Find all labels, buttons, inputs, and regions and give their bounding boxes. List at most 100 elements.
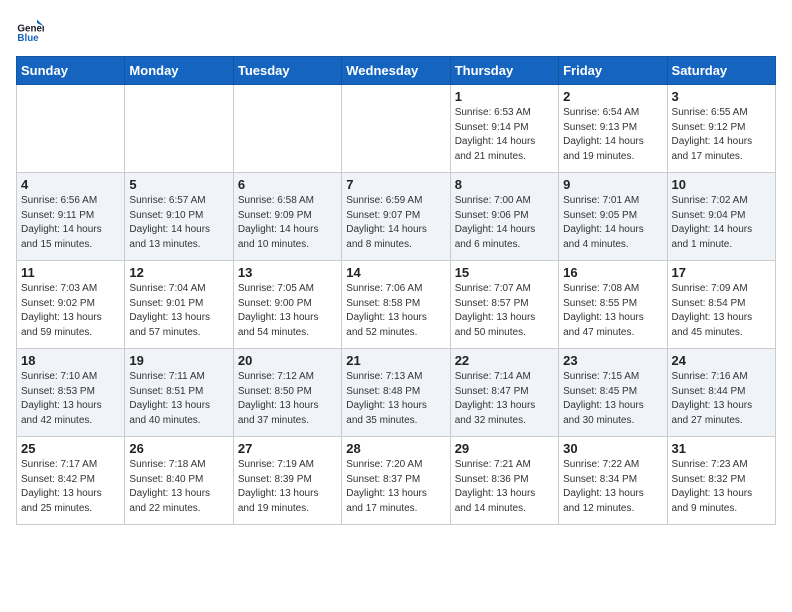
calendar-day-cell: 3 Sunrise: 6:55 AM Sunset: 9:12 PM Daylig… (667, 85, 775, 173)
day-info: Sunrise: 7:13 AM Sunset: 8:48 PM Dayligh… (346, 370, 445, 428)
day-info: Sunrise: 7:16 AM Sunset: 8:44 PM Dayligh… (672, 370, 771, 428)
calendar-day-cell (342, 85, 450, 173)
weekday-header-thursday: Thursday (450, 57, 558, 85)
day-info: Sunrise: 7:15 AM Sunset: 8:45 PM Dayligh… (563, 370, 662, 428)
calendar-day-cell: 17 Sunrise: 7:09 AM Sunset: 8:54 PM Dayli… (667, 261, 775, 349)
day-info: Sunrise: 6:53 AM Sunset: 9:14 PM Dayligh… (455, 106, 554, 164)
day-info: Sunrise: 6:59 AM Sunset: 9:07 PM Dayligh… (346, 194, 445, 252)
calendar-day-cell: 16 Sunrise: 7:08 AM Sunset: 8:55 PM Dayli… (559, 261, 667, 349)
day-number: 15 (455, 265, 554, 280)
day-info: Sunrise: 7:01 AM Sunset: 9:05 PM Dayligh… (563, 194, 662, 252)
calendar-day-cell: 8Sunrise: 7:00 AM Sunset: 9:06 PM Daylig… (450, 173, 558, 261)
calendar-day-cell: 28Sunrise: 7:20 AM Sunset: 8:37 PM Dayli… (342, 437, 450, 525)
calendar-day-cell: 14Sunrise: 7:06 AM Sunset: 8:58 PM Dayli… (342, 261, 450, 349)
day-number: 23 (563, 353, 662, 368)
day-info: Sunrise: 7:07 AM Sunset: 8:57 PM Dayligh… (455, 282, 554, 340)
calendar-day-cell: 22Sunrise: 7:14 AM Sunset: 8:47 PM Dayli… (450, 349, 558, 437)
logo-icon: General Blue (16, 16, 44, 44)
day-number: 7 (346, 177, 445, 192)
weekday-header-monday: Monday (125, 57, 233, 85)
calendar-week-row: 25Sunrise: 7:17 AM Sunset: 8:42 PM Dayli… (17, 437, 776, 525)
calendar-week-row: 11 Sunrise: 7:03 AM Sunset: 9:02 PM Dayli… (17, 261, 776, 349)
day-number: 29 (455, 441, 554, 456)
day-info: Sunrise: 7:09 AM Sunset: 8:54 PM Dayligh… (672, 282, 771, 340)
calendar-day-cell: 15 Sunrise: 7:07 AM Sunset: 8:57 PM Dayli… (450, 261, 558, 349)
calendar-day-cell: 4Sunrise: 6:56 AM Sunset: 9:11 PM Daylig… (17, 173, 125, 261)
day-info: Sunrise: 7:11 AM Sunset: 8:51 PM Dayligh… (129, 370, 228, 428)
day-number: 10 (672, 177, 771, 192)
day-number: 9 (563, 177, 662, 192)
day-number: 19 (129, 353, 228, 368)
day-number: 11 (21, 265, 120, 280)
calendar-day-cell: 12 Sunrise: 7:04 AM Sunset: 9:01 PM Dayli… (125, 261, 233, 349)
day-info: Sunrise: 7:10 AM Sunset: 8:53 PM Dayligh… (21, 370, 120, 428)
page-header: General Blue (16, 16, 776, 44)
day-number: 18 (21, 353, 120, 368)
day-info: Sunrise: 7:18 AM Sunset: 8:40 PM Dayligh… (129, 458, 228, 516)
day-number: 13 (238, 265, 337, 280)
day-info: Sunrise: 7:21 AM Sunset: 8:36 PM Dayligh… (455, 458, 554, 516)
weekday-header-sunday: Sunday (17, 57, 125, 85)
day-info: Sunrise: 6:54 AM Sunset: 9:13 PM Dayligh… (563, 106, 662, 164)
day-number: 3 (672, 89, 771, 104)
calendar-table: SundayMondayTuesdayWednesdayThursdayFrid… (16, 56, 776, 525)
calendar-week-row: 4Sunrise: 6:56 AM Sunset: 9:11 PM Daylig… (17, 173, 776, 261)
calendar-day-cell: 26 Sunrise: 7:18 AM Sunset: 8:40 PM Dayli… (125, 437, 233, 525)
calendar-day-cell: 9 Sunrise: 7:01 AM Sunset: 9:05 PM Daylig… (559, 173, 667, 261)
calendar-day-cell: 19 Sunrise: 7:11 AM Sunset: 8:51 PM Dayli… (125, 349, 233, 437)
day-number: 5 (129, 177, 228, 192)
day-info: Sunrise: 7:23 AM Sunset: 8:32 PM Dayligh… (672, 458, 771, 516)
day-number: 20 (238, 353, 337, 368)
calendar-week-row: 1Sunrise: 6:53 AM Sunset: 9:14 PM Daylig… (17, 85, 776, 173)
calendar-day-cell: 6 Sunrise: 6:58 AM Sunset: 9:09 PM Daylig… (233, 173, 341, 261)
day-info: Sunrise: 6:58 AM Sunset: 9:09 PM Dayligh… (238, 194, 337, 252)
day-info: Sunrise: 7:03 AM Sunset: 9:02 PM Dayligh… (21, 282, 120, 340)
day-info: Sunrise: 7:04 AM Sunset: 9:01 PM Dayligh… (129, 282, 228, 340)
day-info: Sunrise: 6:57 AM Sunset: 9:10 PM Dayligh… (129, 194, 228, 252)
calendar-day-cell: 31 Sunrise: 7:23 AM Sunset: 8:32 PM Dayli… (667, 437, 775, 525)
day-number: 17 (672, 265, 771, 280)
day-number: 21 (346, 353, 445, 368)
calendar-day-cell (17, 85, 125, 173)
calendar-day-cell: 27 Sunrise: 7:19 AM Sunset: 8:39 PM Dayli… (233, 437, 341, 525)
day-number: 26 (129, 441, 228, 456)
day-info: Sunrise: 7:08 AM Sunset: 8:55 PM Dayligh… (563, 282, 662, 340)
calendar-day-cell: 13 Sunrise: 7:05 AM Sunset: 9:00 PM Dayli… (233, 261, 341, 349)
day-info: Sunrise: 7:12 AM Sunset: 8:50 PM Dayligh… (238, 370, 337, 428)
calendar-day-cell: 11 Sunrise: 7:03 AM Sunset: 9:02 PM Dayli… (17, 261, 125, 349)
weekday-header-tuesday: Tuesday (233, 57, 341, 85)
calendar-day-cell: 21 Sunrise: 7:13 AM Sunset: 8:48 PM Dayli… (342, 349, 450, 437)
calendar-day-cell: 18 Sunrise: 7:10 AM Sunset: 8:53 PM Dayli… (17, 349, 125, 437)
day-number: 27 (238, 441, 337, 456)
day-info: Sunrise: 6:56 AM Sunset: 9:11 PM Dayligh… (21, 194, 120, 252)
day-info: Sunrise: 7:02 AM Sunset: 9:04 PM Dayligh… (672, 194, 771, 252)
weekday-header-friday: Friday (559, 57, 667, 85)
day-number: 16 (563, 265, 662, 280)
day-number: 31 (672, 441, 771, 456)
day-number: 30 (563, 441, 662, 456)
calendar-day-cell: 20 Sunrise: 7:12 AM Sunset: 8:50 PM Dayli… (233, 349, 341, 437)
day-number: 25 (21, 441, 120, 456)
day-number: 8 (455, 177, 554, 192)
svg-text:Blue: Blue (17, 33, 39, 44)
calendar-day-cell: 23 Sunrise: 7:15 AM Sunset: 8:45 PM Dayli… (559, 349, 667, 437)
calendar-day-cell: 10 Sunrise: 7:02 AM Sunset: 9:04 PM Dayli… (667, 173, 775, 261)
calendar-day-cell (125, 85, 233, 173)
calendar-day-cell: 24 Sunrise: 7:16 AM Sunset: 8:44 PM Dayli… (667, 349, 775, 437)
calendar-day-cell: 30 Sunrise: 7:22 AM Sunset: 8:34 PM Dayli… (559, 437, 667, 525)
day-info: Sunrise: 7:19 AM Sunset: 8:39 PM Dayligh… (238, 458, 337, 516)
day-number: 12 (129, 265, 228, 280)
calendar-day-cell: 29 Sunrise: 7:21 AM Sunset: 8:36 PM Dayli… (450, 437, 558, 525)
logo: General Blue (16, 16, 44, 44)
calendar-day-cell: 5 Sunrise: 6:57 AM Sunset: 9:10 PM Daylig… (125, 173, 233, 261)
calendar-day-cell: 7 Sunrise: 6:59 AM Sunset: 9:07 PM Daylig… (342, 173, 450, 261)
day-number: 24 (672, 353, 771, 368)
day-info: Sunrise: 7:22 AM Sunset: 8:34 PM Dayligh… (563, 458, 662, 516)
calendar-week-row: 18 Sunrise: 7:10 AM Sunset: 8:53 PM Dayli… (17, 349, 776, 437)
calendar-day-cell (233, 85, 341, 173)
day-info: Sunrise: 7:05 AM Sunset: 9:00 PM Dayligh… (238, 282, 337, 340)
calendar-day-cell: 1Sunrise: 6:53 AM Sunset: 9:14 PM Daylig… (450, 85, 558, 173)
day-info: Sunrise: 6:55 AM Sunset: 9:12 PM Dayligh… (672, 106, 771, 164)
day-number: 6 (238, 177, 337, 192)
weekday-header-row: SundayMondayTuesdayWednesdayThursdayFrid… (17, 57, 776, 85)
